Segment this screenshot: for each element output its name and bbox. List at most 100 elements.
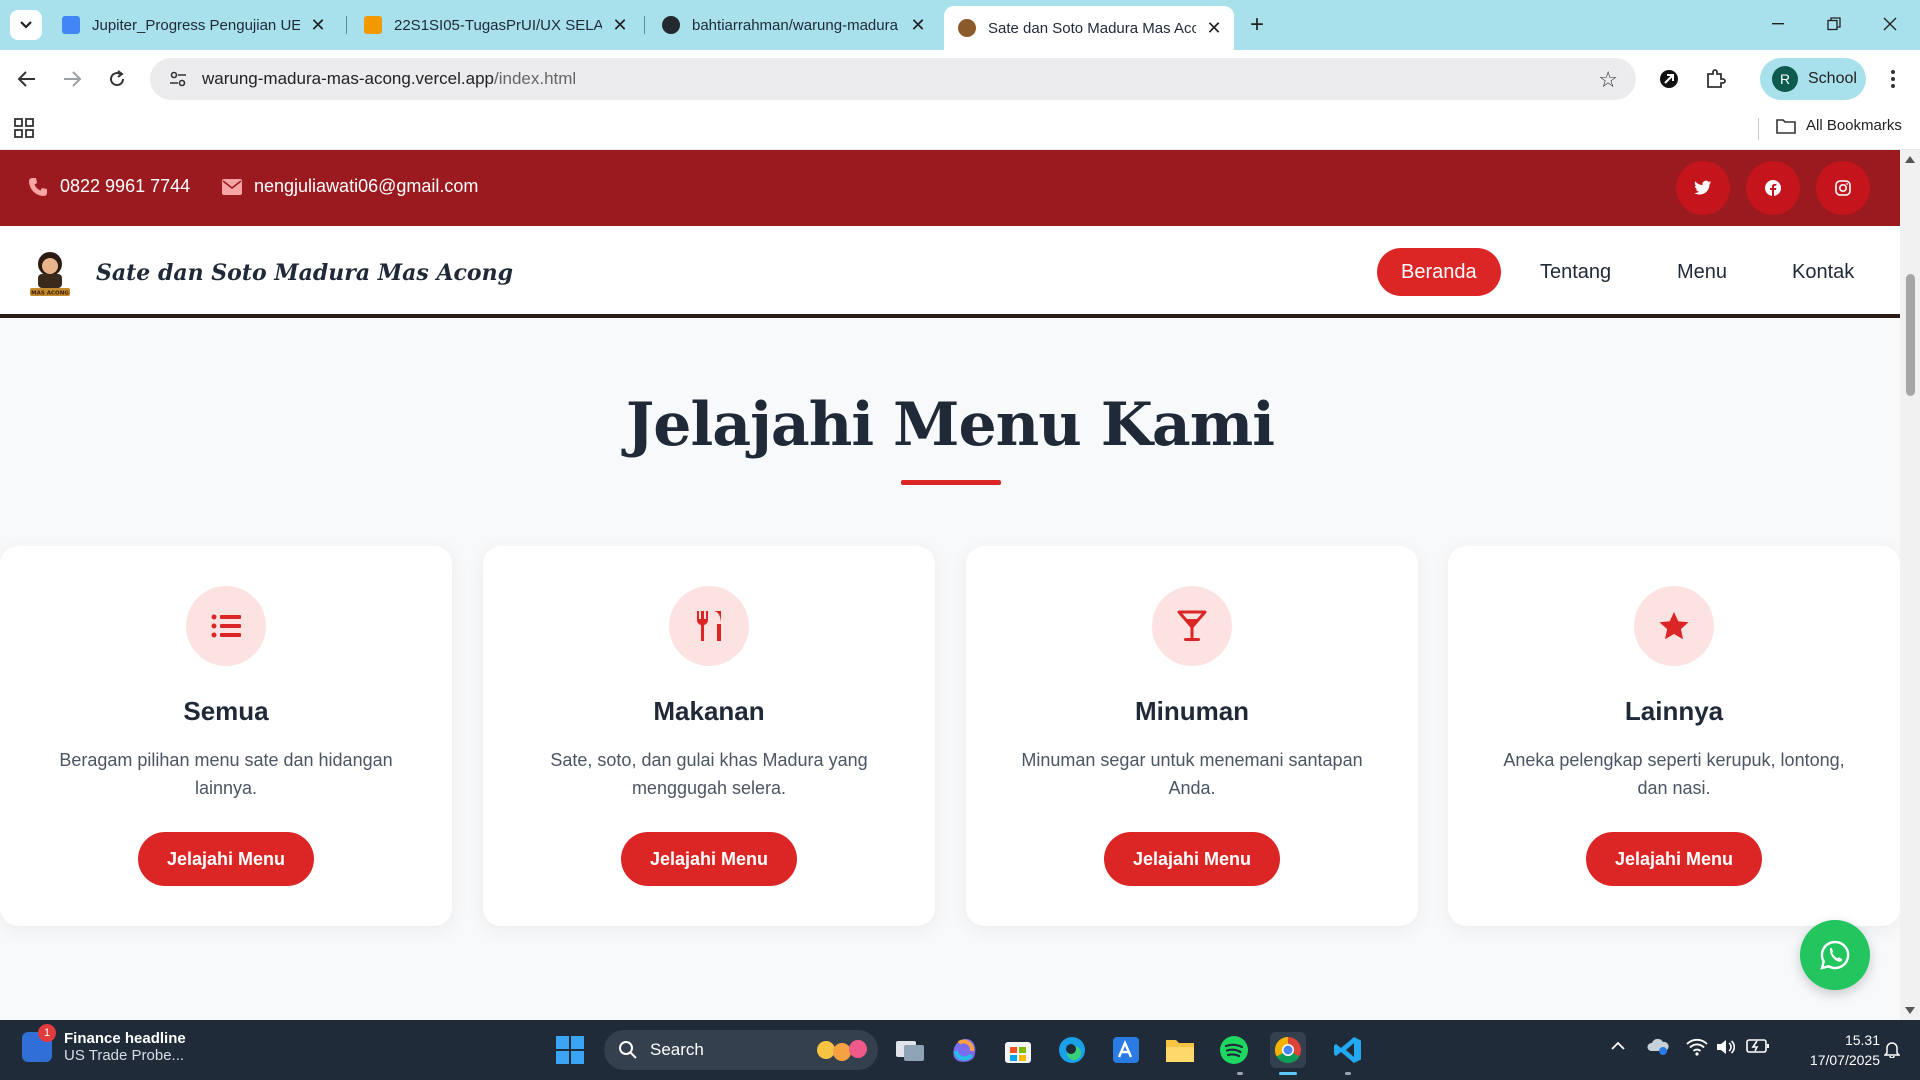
windows-start-icon[interactable] bbox=[552, 1032, 588, 1068]
github-icon bbox=[662, 16, 680, 34]
facebook-button[interactable] bbox=[1746, 161, 1800, 215]
news-title: Finance headline bbox=[64, 1030, 186, 1047]
browser-menu-button[interactable] bbox=[1876, 62, 1910, 96]
close-tab-icon[interactable]: ✕ bbox=[1204, 18, 1224, 38]
close-icon bbox=[1883, 17, 1897, 31]
utensils-icon bbox=[669, 586, 749, 666]
apps-grid-icon[interactable] bbox=[14, 118, 34, 143]
tab-tugas-prui[interactable]: 22S1SI05-TugasPrUI/UX SELASA ✕ bbox=[350, 8, 640, 42]
edge-icon[interactable] bbox=[1054, 1032, 1090, 1068]
spotify-icon[interactable] bbox=[1216, 1032, 1252, 1068]
microsoft-store-icon[interactable] bbox=[1000, 1032, 1036, 1068]
volume-icon[interactable] bbox=[1716, 1038, 1736, 1061]
extensions-puzzle-icon[interactable] bbox=[1698, 62, 1732, 96]
windows-taskbar: 1 Finance headline US Trade Probe... Sea… bbox=[0, 1020, 1920, 1080]
scrollbar-thumb[interactable] bbox=[1906, 274, 1915, 396]
search-icon bbox=[619, 1041, 637, 1059]
instagram-button[interactable] bbox=[1816, 161, 1870, 215]
phone-contact[interactable]: 0822 9961 7744 bbox=[28, 176, 190, 197]
task-view-icon[interactable] bbox=[892, 1032, 928, 1068]
copilot-icon[interactable] bbox=[946, 1032, 982, 1068]
tab-github-repo[interactable]: bahtiarrahman/warung-madura ✕ bbox=[648, 8, 938, 42]
file-explorer-icon[interactable] bbox=[1162, 1032, 1198, 1068]
menu-card-minuman: Minuman Minuman segar untuk menemani san… bbox=[966, 546, 1418, 926]
nav-menu[interactable]: Menu bbox=[1653, 248, 1751, 296]
envelope-icon bbox=[222, 178, 242, 195]
tab-sate-soto-madura[interactable]: Sate dan Soto Madura Mas Acong ✕ bbox=[944, 6, 1234, 50]
emoji-decoration-icon bbox=[817, 1040, 867, 1061]
nav-beranda[interactable]: Beranda bbox=[1377, 248, 1501, 296]
jelajahi-menu-button[interactable]: Jelajahi Menu bbox=[621, 832, 797, 886]
bookmark-star-icon[interactable]: ☆ bbox=[1598, 67, 1618, 93]
site-favicon-icon bbox=[958, 19, 976, 37]
back-button[interactable] bbox=[10, 62, 44, 96]
page-scrollbar[interactable] bbox=[1900, 150, 1920, 1020]
more-vertical-icon bbox=[1891, 70, 1895, 88]
news-widget[interactable]: 1 Finance headline US Trade Probe... bbox=[22, 1024, 186, 1064]
email-contact[interactable]: nengjuliawati06@gmail.com bbox=[222, 176, 478, 197]
vs-code-blue-app-icon[interactable] bbox=[1108, 1032, 1144, 1068]
minimize-button[interactable] bbox=[1758, 8, 1798, 40]
contact-topbar: 0822 9961 7744 nengjuliawati06@gmail.com bbox=[0, 150, 1900, 226]
close-tab-icon[interactable]: ✕ bbox=[610, 15, 630, 35]
tab-separator bbox=[346, 16, 347, 34]
menu-card-makanan: Makanan Sate, soto, dan gulai khas Madur… bbox=[483, 546, 935, 926]
address-bar[interactable]: warung-madura-mas-acong.vercel.app/index… bbox=[150, 58, 1636, 100]
menu-card-semua: Semua Beragam pilihan menu sate dan hida… bbox=[0, 546, 452, 926]
bookmarks-divider bbox=[1758, 118, 1759, 140]
tab-separator bbox=[644, 16, 645, 34]
card-title: Makanan bbox=[653, 696, 765, 726]
tab-search-button[interactable] bbox=[10, 10, 42, 40]
clock-date: 17/07/2025 bbox=[1809, 1052, 1880, 1068]
card-title: Semua bbox=[183, 696, 269, 726]
jelajahi-menu-button[interactable]: Jelajahi Menu bbox=[138, 832, 314, 886]
show-hidden-icons[interactable] bbox=[1610, 1038, 1626, 1056]
restore-button[interactable] bbox=[1814, 8, 1854, 40]
facebook-icon bbox=[1765, 180, 1781, 196]
close-window-button[interactable] bbox=[1870, 8, 1910, 40]
bookmarks-bar: All Bookmarks bbox=[0, 108, 1920, 150]
system-clock[interactable]: 15.31 17/07/2025 bbox=[1780, 1030, 1880, 1070]
brand-logo[interactable]: MAS ACONG bbox=[24, 246, 76, 298]
tab-jupiter-progress[interactable]: Jupiter_Progress Pengujian UEQ ✕ bbox=[48, 8, 338, 42]
jelajahi-menu-button[interactable]: Jelajahi Menu bbox=[1586, 832, 1762, 886]
svg-text:MAS ACONG: MAS ACONG bbox=[31, 291, 69, 297]
brand-name[interactable]: Sate dan Soto Madura Mas Acong bbox=[96, 260, 513, 286]
whatsapp-button[interactable] bbox=[1800, 920, 1870, 990]
scroll-up-icon[interactable] bbox=[1905, 156, 1915, 163]
forward-button[interactable] bbox=[55, 62, 89, 96]
url-text: warung-madura-mas-acong.vercel.app/index… bbox=[202, 69, 576, 89]
chrome-icon[interactable] bbox=[1270, 1032, 1306, 1068]
jelajahi-menu-button[interactable]: Jelajahi Menu bbox=[1104, 832, 1280, 886]
running-indicator bbox=[1345, 1072, 1351, 1075]
vscode-icon[interactable] bbox=[1330, 1032, 1366, 1068]
url-host: warung-madura-mas-acong.vercel.app bbox=[202, 69, 494, 88]
reload-button[interactable] bbox=[100, 62, 134, 96]
taskbar-search[interactable]: Search bbox=[604, 1030, 878, 1070]
page-viewport: 0822 9961 7744 nengjuliawati06@gmail.com… bbox=[0, 150, 1900, 1020]
browser-toolbar: warung-madura-mas-acong.vercel.app/index… bbox=[0, 50, 1920, 108]
nav-tentang[interactable]: Tentang bbox=[1516, 248, 1635, 296]
onedrive-icon[interactable] bbox=[1646, 1036, 1670, 1061]
scroll-down-icon[interactable] bbox=[1905, 1007, 1915, 1014]
battery-icon[interactable] bbox=[1746, 1038, 1770, 1059]
extension-icon[interactable] bbox=[1652, 62, 1686, 96]
star-icon bbox=[1634, 586, 1714, 666]
nav-kontak[interactable]: Kontak bbox=[1768, 248, 1878, 296]
all-bookmarks-button[interactable]: All Bookmarks bbox=[1776, 117, 1902, 134]
wifi-icon[interactable] bbox=[1686, 1038, 1708, 1061]
all-bookmarks-label: All Bookmarks bbox=[1806, 117, 1902, 134]
new-tab-button[interactable]: + bbox=[1244, 11, 1270, 38]
close-tab-icon[interactable]: ✕ bbox=[308, 15, 328, 35]
site-info-icon[interactable] bbox=[160, 71, 196, 87]
twitter-button[interactable] bbox=[1676, 161, 1730, 215]
site-header: MAS ACONG Sate dan Soto Madura Mas Acong… bbox=[0, 226, 1900, 318]
notification-bell-icon[interactable] bbox=[1883, 1040, 1901, 1063]
card-title: Lainnya bbox=[1624, 696, 1724, 726]
profile-button[interactable]: R School bbox=[1760, 58, 1866, 100]
section-title: Jelajahi Menu Kami bbox=[625, 390, 1275, 460]
list-icon bbox=[186, 586, 266, 666]
close-tab-icon[interactable]: ✕ bbox=[908, 15, 928, 35]
google-classroom-icon bbox=[364, 16, 382, 34]
news-icon: 1 bbox=[22, 1024, 56, 1062]
